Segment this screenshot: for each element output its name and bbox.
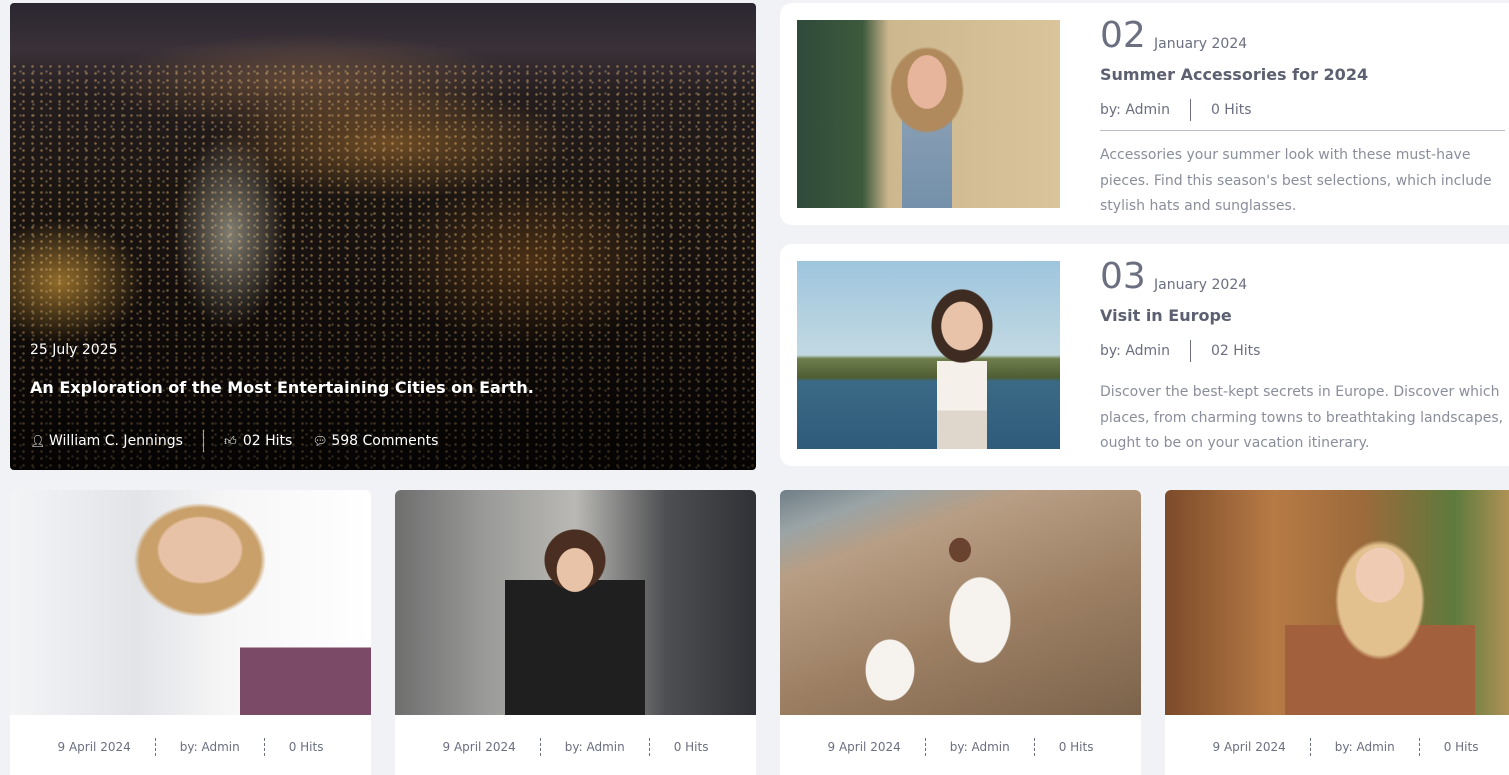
post-meta: 9 April 2024 by: Admin 0 Hits (10, 738, 371, 756)
post-month: January 2024 (1154, 36, 1248, 52)
post-description: Accessories your summer look with these … (1100, 147, 1492, 214)
post-author[interactable]: by: Admin (1335, 740, 1395, 754)
featured-post-card[interactable]: 25 July 2025 An Exploration of the Most … (10, 3, 756, 470)
post-hits: 0 Hits (1058, 740, 1094, 754)
thumbs-up-icon: 👍︎ (224, 433, 237, 448)
post-date: 9 April 2024 (827, 740, 901, 754)
side-post-card[interactable]: 03 January 2024 Visit in Europe by: Admi… (780, 244, 1509, 466)
featured-hits: 👍︎ 02 Hits (224, 433, 292, 449)
post-image[interactable] (10, 490, 371, 715)
post-month: January 2024 (1154, 277, 1248, 293)
blog-page: 25 July 2025 An Exploration of the Most … (0, 0, 1509, 775)
post-meta: 9 April 2024 by: Admin 0 Hits (395, 738, 756, 756)
post-date: 9 April 2024 (442, 740, 516, 754)
post-meta: by: Admin 02 Hits (1100, 340, 1260, 362)
grid-post-card[interactable]: 9 April 2024 by: Admin 0 Hits (780, 490, 1141, 775)
divider (154, 738, 156, 756)
featured-author[interactable]: 👤︎ William C. Jennings (30, 433, 183, 449)
post-hits: 0 Hits (1443, 740, 1479, 754)
divider (1033, 738, 1035, 756)
divider-line (1100, 130, 1505, 131)
divider (1309, 738, 1311, 756)
featured-hits-count: 02 Hits (242, 433, 293, 449)
featured-date: 25 July 2025 (30, 342, 118, 358)
divider (1189, 340, 1191, 362)
post-author[interactable]: by: Admin (565, 740, 625, 754)
divider (539, 738, 541, 756)
post-thumbnail[interactable] (797, 20, 1060, 208)
post-author[interactable]: by: Admin (1100, 343, 1170, 359)
post-meta: by: Admin 0 Hits (1100, 99, 1252, 121)
post-thumbnail[interactable] (797, 261, 1060, 449)
post-hits: 02 Hits (1210, 343, 1261, 359)
divider (924, 738, 926, 756)
grid-post-card[interactable]: 9 April 2024 by: Admin 0 Hits (395, 490, 756, 775)
post-meta: 9 April 2024 by: Admin 0 Hits (1165, 738, 1509, 756)
featured-comments-count: 598 Comments (331, 433, 439, 449)
post-hits: 0 Hits (673, 740, 709, 754)
divider (1189, 99, 1191, 121)
post-day-number: 03 (1100, 256, 1146, 297)
featured-meta: 👤︎ William C. Jennings 👍︎ 02 Hits 💬︎ 598… (30, 430, 438, 452)
post-hits: 0 Hits (288, 740, 324, 754)
post-day-number: 02 (1100, 15, 1146, 56)
featured-author-name: William C. Jennings (49, 433, 183, 449)
post-date: 9 April 2024 (1212, 740, 1286, 754)
divider (202, 430, 204, 452)
post-title[interactable]: Visit in Europe (1100, 306, 1232, 325)
divider (1418, 738, 1420, 756)
post-author[interactable]: by: Admin (950, 740, 1010, 754)
user-icon: 👤︎ (30, 434, 46, 448)
post-title[interactable]: Summer Accessories for 2024 (1100, 65, 1368, 84)
comments-icon: 💬︎ (312, 434, 328, 448)
post-image[interactable] (1165, 490, 1509, 715)
featured-title[interactable]: An Exploration of the Most Entertaining … (30, 378, 534, 397)
side-post-card[interactable]: 02 January 2024 Summer Accessories for 2… (780, 3, 1509, 225)
post-image[interactable] (395, 490, 756, 715)
divider (263, 738, 265, 756)
post-description: Discover the best-kept secrets in Europe… (1100, 384, 1504, 451)
post-author[interactable]: by: Admin (180, 740, 240, 754)
grid-post-card[interactable]: 9 April 2024 by: Admin 0 Hits (1165, 490, 1509, 775)
post-date: 9 April 2024 (57, 740, 131, 754)
divider (648, 738, 650, 756)
grid-post-card[interactable]: 9 April 2024 by: Admin 0 Hits (10, 490, 371, 775)
post-image[interactable] (780, 490, 1141, 715)
post-author[interactable]: by: Admin (1100, 102, 1170, 118)
post-hits: 0 Hits (1210, 102, 1252, 118)
post-meta: 9 April 2024 by: Admin 0 Hits (780, 738, 1141, 756)
featured-comments[interactable]: 💬︎ 598 Comments (312, 433, 438, 449)
